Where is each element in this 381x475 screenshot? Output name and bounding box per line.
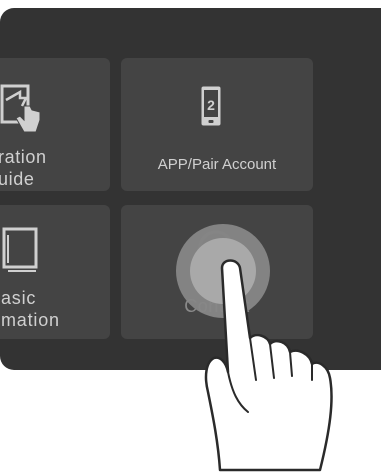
tile-operation-guide[interactable]: ration uide [0,58,110,191]
label-line: mation [1,310,60,330]
svg-text:2: 2 [207,97,215,113]
tile-label-app-pair-account: APP/Pair Account [157,156,277,173]
tutorial-illustration: ration uide 2 APP/Pair Account asic mati… [0,0,381,475]
tap-guide-icon [0,84,41,133]
book-icon [2,227,38,272]
tile-app-pair-account[interactable]: 2 APP/Pair Account [121,58,313,191]
label-line: ration [0,147,47,167]
label-line: asic [1,288,37,308]
device-screen: ration uide 2 APP/Pair Account asic mati… [0,8,381,370]
label-line: uide [0,169,35,189]
tile-label-basic-information: asic mation [1,287,60,331]
phone-icon: 2 [201,86,221,126]
tile-label-operation-guide: ration uide [0,146,47,190]
tap-indicator-core [190,238,256,304]
tile-basic-information[interactable]: asic mation [0,205,110,339]
